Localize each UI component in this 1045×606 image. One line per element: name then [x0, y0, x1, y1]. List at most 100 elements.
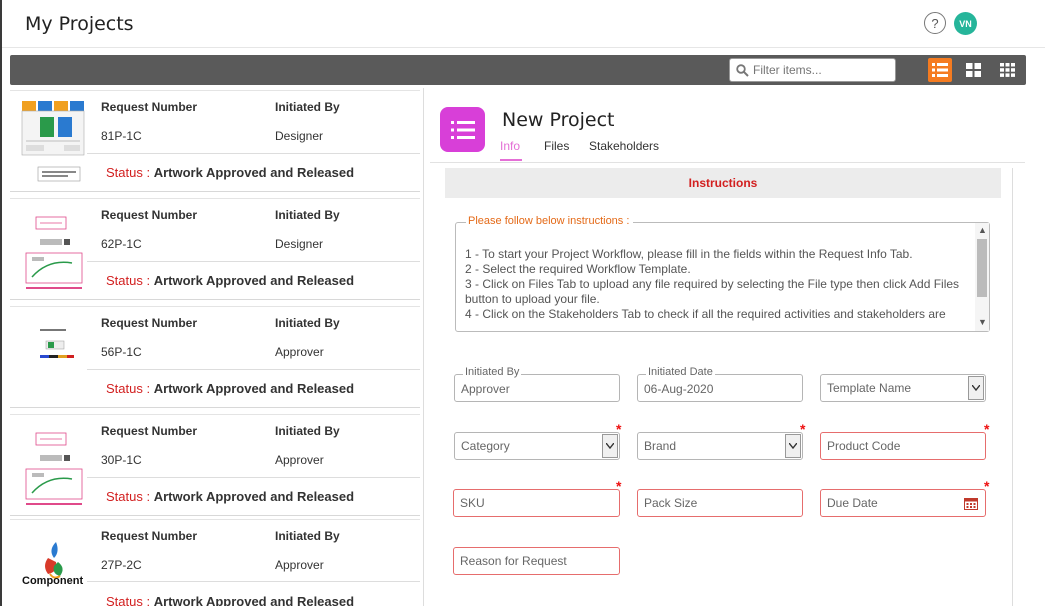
instruction-line: 3 - Click on Files Tab to upload any fil… [465, 277, 960, 306]
search-icon [736, 63, 749, 77]
grid-small-icon [999, 63, 1015, 77]
sku-input[interactable]: SKU [453, 489, 620, 517]
toolbar [10, 55, 1026, 85]
status-line: Status : Artwork Approved and Released [106, 273, 355, 288]
status-line: Status : Artwork Approved and Released [106, 165, 355, 180]
request-card[interactable]: Request Number Initiated By 62P-1C Desig… [10, 198, 420, 300]
artwork-thumbnail [18, 99, 88, 185]
initiated-by-field[interactable]: Initiated By Approver [454, 366, 620, 402]
initiated-by-label: Initiated By [275, 424, 340, 438]
template-name-select[interactable]: Template Name [820, 374, 986, 402]
instructions-text: 1 - To start your Project Workflow, plea… [465, 247, 975, 322]
card-divider [87, 369, 420, 370]
card-divider [87, 477, 420, 478]
app-window: My Projects ? VN Filter items... Request… [0, 0, 1045, 606]
request-card[interactable]: Request Number Initiated By 81P-1C Desig… [10, 90, 420, 192]
component-label: Component [22, 575, 84, 587]
category-placeholder: Category [461, 439, 510, 453]
request-number-value: 62P-1C [101, 237, 142, 251]
component-thumbnail: Component [18, 528, 88, 606]
chevron-down-icon[interactable] [602, 434, 618, 458]
required-marker: * [616, 478, 622, 494]
status-value: Artwork Approved and Released [153, 273, 355, 288]
instruction-line: 2 - Select the required Workflow Templat… [465, 262, 691, 276]
instruction-line: 1 - To start your Project Workflow, plea… [465, 247, 913, 261]
pack-size-placeholder: Pack Size [644, 496, 698, 510]
request-number-label: Request Number [101, 529, 198, 543]
category-select[interactable]: Category [454, 432, 620, 460]
due-date-placeholder: Due Date [827, 496, 878, 510]
instructions-legend: Please follow below instructions : [466, 215, 634, 227]
template-name-placeholder: Template Name [827, 381, 912, 395]
required-marker: * [616, 421, 622, 437]
initiated-by-label: Initiated By [275, 529, 340, 543]
initiated-date-field-value: 06-Aug-2020 [644, 382, 714, 396]
initiated-by-value: Designer [275, 237, 324, 251]
card-divider [87, 153, 420, 154]
request-number-label: Request Number [101, 100, 198, 114]
grid-large-view-button[interactable] [961, 58, 985, 82]
status-label: Status [106, 165, 143, 180]
initiated-by-label: Initiated By [275, 100, 340, 114]
grid-small-view-button[interactable] [995, 58, 1019, 82]
request-list: Request Number Initiated By 81P-1C Desig… [10, 88, 420, 606]
instructions-header: Instructions [445, 168, 1001, 198]
tab-stakeholders[interactable]: Stakeholders [589, 139, 659, 153]
artwork-thumbnail [18, 423, 88, 509]
initiated-by-label: Initiated By [275, 208, 340, 222]
help-button[interactable]: ? [924, 12, 946, 34]
scroll-up-icon[interactable]: ▲ [978, 225, 987, 235]
due-date-input[interactable]: Due Date [820, 489, 986, 517]
product-code-input[interactable]: Product Code [820, 432, 986, 460]
instruction-line: 4 - Click on the Stakeholders Tab to che… [465, 307, 946, 321]
chevron-down-icon[interactable] [968, 376, 984, 400]
status-line: Status : Artwork Approved and Released [106, 489, 355, 504]
card-divider [87, 261, 420, 262]
reason-for-request-input[interactable]: Reason for Request [453, 547, 620, 575]
active-tab-indicator [500, 159, 522, 161]
initiated-date-field[interactable]: Initiated Date 06-Aug-2020 [637, 366, 803, 402]
page-title: My Projects [25, 13, 134, 35]
required-marker: * [800, 421, 806, 437]
scroll-thumb[interactable] [977, 239, 987, 297]
card-divider [87, 581, 420, 582]
tab-info[interactable]: Info [500, 139, 520, 153]
request-number-label: Request Number [101, 316, 198, 330]
scroll-down-icon[interactable]: ▼ [978, 317, 987, 327]
component-logo-icon [45, 542, 63, 579]
request-card[interactable]: Request Number Initiated By 30P-1C Appro… [10, 414, 420, 516]
status-line: Status : Artwork Approved and Released [106, 381, 355, 396]
initiated-date-field-label: Initiated Date [646, 366, 715, 378]
project-list-icon [440, 107, 485, 152]
filter-box[interactable] [729, 58, 896, 82]
product-code-placeholder: Product Code [827, 439, 901, 453]
tab-files[interactable]: Files [544, 139, 569, 153]
page-header: My Projects ? VN [2, 0, 1045, 48]
status-label: Status [106, 273, 143, 288]
status-label: Status [106, 489, 143, 504]
instructions-box: Please follow below instructions : 1 - T… [455, 215, 990, 332]
sku-placeholder: SKU [460, 496, 485, 510]
request-card[interactable]: Request Number Initiated By 56P-1C Appro… [10, 306, 420, 408]
project-panel: New Project Info Files Stakeholders Inst… [423, 88, 1025, 606]
pack-size-input[interactable]: Pack Size [637, 489, 803, 517]
request-number-value: 30P-1C [101, 453, 142, 467]
status-value: Artwork Approved and Released [153, 381, 355, 396]
initiated-by-label: Initiated By [275, 316, 340, 330]
request-card[interactable]: Component Request Number Initiated By 27… [10, 519, 420, 606]
request-number-value: 56P-1C [101, 345, 142, 359]
instructions-scrollbar[interactable]: ▲ ▼ [975, 223, 989, 331]
filter-input[interactable] [753, 63, 883, 77]
user-avatar[interactable]: VN [954, 12, 977, 35]
panel-border [1012, 168, 1013, 606]
list-view-icon [932, 63, 948, 77]
artwork-thumbnail [18, 207, 88, 293]
request-number-label: Request Number [101, 208, 198, 222]
required-marker: * [984, 478, 990, 494]
calendar-icon[interactable] [964, 497, 978, 510]
list-view-button[interactable] [928, 58, 952, 82]
initiated-by-value: Approver [275, 558, 324, 572]
brand-select[interactable]: Brand [637, 432, 803, 460]
chevron-down-icon[interactable] [785, 434, 801, 458]
tabs-divider [430, 162, 1025, 163]
